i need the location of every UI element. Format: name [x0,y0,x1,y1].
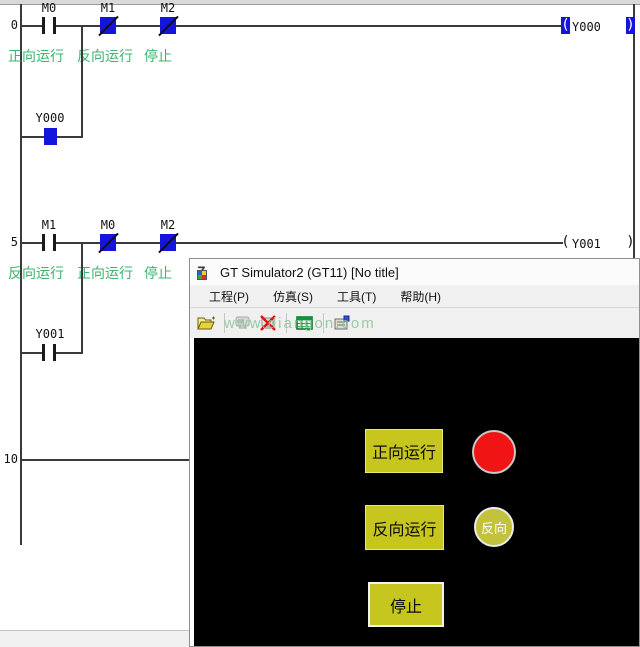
rung5-contact-y001-no[interactable] [42,344,56,361]
menu-tools[interactable]: 工具(T) [328,286,385,307]
rung5-branch-label: Y001 [28,327,72,341]
rung0-step-number: 0 [0,18,18,32]
rung10-wire [21,459,191,461]
app-icon-color-quad [197,270,207,280]
rung0-contact-m2-nc-active[interactable] [160,17,176,34]
nc-slash [98,16,119,37]
toolbar-separator [323,313,324,333]
menu-simulate[interactable]: 仿真(S) [264,286,322,307]
menu-project[interactable]: 工程(P) [200,286,258,307]
ladder-bottom-panel [0,630,192,647]
rung0-contact3-label: M2 [146,1,190,15]
rung5-comment3: 停止 [144,263,172,283]
menu-bar: 工程(P) 仿真(S) 工具(T) 帮助(H) [190,285,639,308]
option-cabinet-icon[interactable] [332,313,352,333]
rung0-comment2: 反向运行 [77,46,133,66]
right-power-rail [633,4,635,258]
rung0-branch-vwire [81,25,83,138]
rung5-contact3-label: M2 [146,218,190,232]
open-project-icon[interactable] [196,313,216,333]
rung0-contact2-label: M1 [86,1,130,15]
rung0-comment3: 停止 [144,46,172,66]
rung5-contact-m1-no[interactable] [42,234,56,251]
rung0-contact-m0-no[interactable] [42,17,56,34]
menu-help[interactable]: 帮助(H) [391,286,450,307]
rung5-branch-vwire [81,242,83,354]
screenshot-root: 0 M0 M1 M2 正向运行 反向运行 停止 Y000 ( Y000 ) 5 … [0,0,640,647]
rung5-contact-m2-nc-active[interactable] [160,234,176,251]
rung0-comment1: 正向运行 [8,46,64,66]
rung0-contact-y000-active[interactable] [44,128,57,145]
nc-slash [158,233,179,254]
nc-slash [98,233,119,254]
rung5-contact2-label: M0 [86,218,130,232]
reverse-lamp-label: 反向 [481,518,507,537]
rung5-coil-close: ) [626,234,635,251]
reverse-run-lamp: 反向 [474,507,514,547]
toolbar-separator [224,313,225,333]
rung5-comment1: 反向运行 [8,263,64,283]
simulate-device-icon[interactable] [233,313,253,333]
toolbar-separator [286,313,287,333]
toolbar [190,308,639,338]
reverse-run-button[interactable]: 反向运行 [365,505,444,550]
gt-simulator-window: Z GT Simulator2 (GT11) [No title] 工程(P) … [189,258,640,647]
rung0-coil-close: ) [626,17,635,34]
forward-run-lamp [472,430,516,474]
rung0-contact1-label: M0 [27,1,71,15]
rung5-contact1-label: M1 [27,218,71,232]
rung0-contact-m1-nc-active[interactable] [100,17,116,34]
window-title: GT Simulator2 (GT11) [No title] [220,265,399,280]
stop-button[interactable]: 停止 [368,582,444,627]
rung5-comment2: 正向运行 [77,263,133,283]
rung5-coil-label: Y001 [572,237,601,251]
rung0-branch-label: Y000 [28,111,72,125]
disconnect-icon[interactable] [258,313,278,333]
rung5-step-number: 5 [0,235,18,249]
nc-slash [158,16,179,37]
forward-run-button[interactable]: 正向运行 [365,429,443,473]
rung5-contact-m0-nc-active[interactable] [100,234,116,251]
gt-simulator-app-icon: Z [197,264,214,280]
rung5-coil-open[interactable]: ( [561,234,570,251]
rung10-step-number: 10 [0,452,18,466]
hmi-screen: 正向运行 反向运行 反向 停止 [194,338,639,646]
device-monitor-icon[interactable] [295,313,315,333]
rung0-coil-open[interactable]: ( [561,17,570,34]
rung0-coil-label: Y000 [572,20,601,34]
title-bar[interactable]: Z GT Simulator2 (GT11) [No title] [190,259,639,286]
